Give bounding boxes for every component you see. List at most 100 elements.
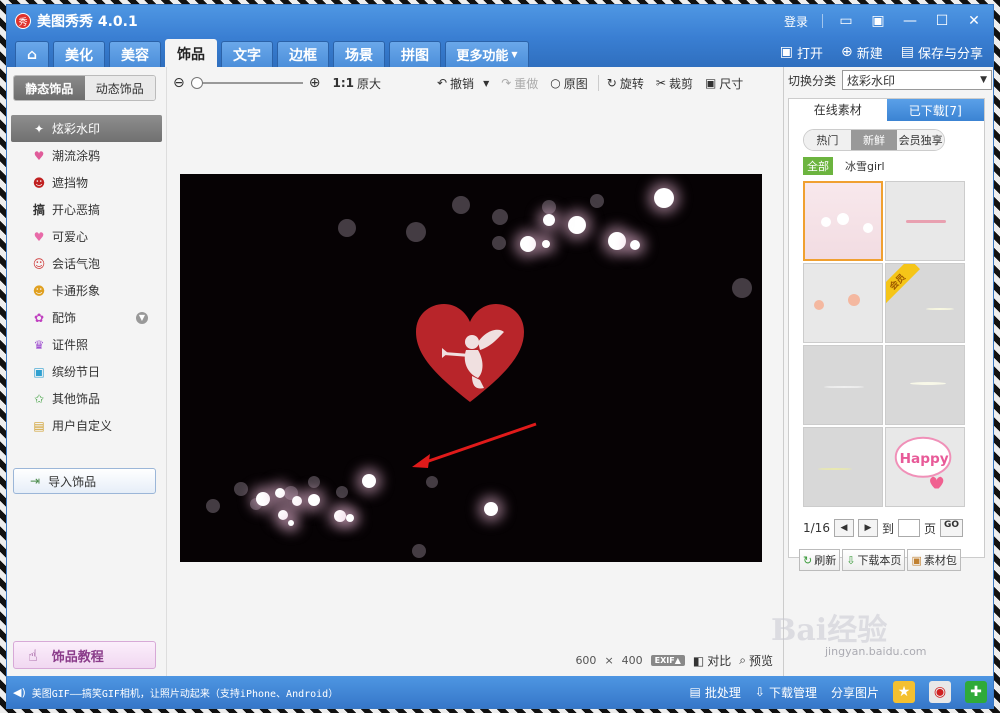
- preview-button[interactable]: ⌕ 预览: [739, 652, 773, 669]
- sparkle-trail: [906, 220, 946, 223]
- batch-label: 批处理: [704, 685, 741, 700]
- category-custom[interactable]: ▤ 用户自定义: [7, 412, 166, 439]
- category-speech-bubble[interactable]: ☺ 会话气泡: [7, 250, 166, 277]
- zoom-out-icon[interactable]: ⊖: [173, 75, 185, 91]
- pill-hot[interactable]: 热门: [804, 130, 851, 150]
- weibo-icon[interactable]: ◉: [929, 681, 951, 703]
- category-id-photo[interactable]: ♛ 证件照: [7, 331, 166, 358]
- category-label: 缤纷节日: [52, 365, 101, 379]
- more-features-label: 更多功能: [456, 49, 509, 64]
- chevron-down-icon: ▼: [980, 75, 988, 85]
- material-thumbnail[interactable]: [885, 181, 965, 261]
- tab-frames[interactable]: 边框: [277, 41, 329, 67]
- material-thumbnail[interactable]: [803, 181, 883, 261]
- pill-vip[interactable]: 会员独享: [897, 130, 944, 150]
- category-accessories[interactable]: ✿ 配饰 ▼: [7, 304, 166, 331]
- exif-button[interactable]: EXIF▲: [650, 655, 685, 666]
- skin-icon[interactable]: ▣: [869, 12, 887, 30]
- import-icon: ⇥: [30, 474, 41, 488]
- add-plus-icon[interactable]: ✚: [965, 681, 987, 703]
- save-share-button[interactable]: ▤ 保存与分享: [901, 43, 983, 62]
- batch-process-button[interactable]: ▤ 批处理: [690, 684, 741, 701]
- pill-new[interactable]: 新鲜: [850, 130, 898, 150]
- material-package-button[interactable]: ▣ 素材包: [907, 549, 961, 571]
- undo-button[interactable]: ↶ 撤销 ▼: [437, 75, 489, 92]
- category-graffiti[interactable]: ♥ 潮流涂鸦: [7, 142, 166, 169]
- new-button[interactable]: ⊕ 新建: [841, 43, 883, 62]
- save-label: 保存与分享: [917, 46, 983, 62]
- tab-text[interactable]: 文字: [221, 41, 273, 67]
- material-thumbnail[interactable]: [803, 345, 883, 425]
- promo-message[interactable]: 美图GIF——搞笑GIF相机，让照片动起来（支持iPhone、Android）: [32, 685, 338, 700]
- zoom-slider-handle[interactable]: [190, 77, 203, 89]
- material-thumbnail[interactable]: Happy: [885, 427, 965, 507]
- original-image-button[interactable]: ○ 原图: [550, 75, 588, 92]
- material-grid: 会员 Happy: [803, 181, 984, 507]
- tab-more-features[interactable]: 更多功能 ▼: [445, 41, 529, 67]
- page-number-input[interactable]: [897, 519, 920, 537]
- tab-collage[interactable]: 拼图: [389, 41, 441, 67]
- folder-icon: ▣: [779, 44, 793, 60]
- go-button[interactable]: GO: [939, 519, 964, 537]
- bokeh-dot: [292, 496, 302, 506]
- tab-animated-decorations[interactable]: 动态饰品: [84, 76, 155, 100]
- message-icon[interactable]: ▭: [837, 12, 855, 30]
- material-thumbnail[interactable]: [885, 345, 965, 425]
- filter-all[interactable]: 全部: [803, 157, 833, 175]
- image-width: 600: [575, 654, 597, 667]
- import-decoration-button[interactable]: ⇥ 导入饰品: [13, 468, 156, 494]
- tab-home[interactable]: ⌂: [15, 41, 49, 67]
- edited-photo[interactable]: [180, 174, 762, 562]
- next-page-button[interactable]: ▶: [857, 519, 878, 537]
- material-thumbnail[interactable]: 会员: [885, 263, 965, 343]
- tab-scenes[interactable]: 场景: [333, 41, 385, 67]
- actual-size-button[interactable]: 1:1 原大: [332, 75, 381, 92]
- expand-icon[interactable]: ▼: [136, 311, 148, 324]
- star-icon: ✩: [33, 391, 45, 406]
- material-thumbnail[interactable]: [803, 263, 883, 343]
- category-blockers[interactable]: ☻ 遮挡物: [7, 169, 166, 196]
- zoom-slider[interactable]: [190, 77, 303, 89]
- undo-icon: ↶: [436, 76, 448, 90]
- zoom-in-icon[interactable]: ⊕: [309, 75, 321, 91]
- tab-downloaded[interactable]: 已下载[7]: [886, 99, 984, 121]
- tab-beauty[interactable]: 美容: [109, 41, 161, 67]
- refresh-label: 刷新: [814, 554, 837, 567]
- close-button[interactable]: ✕: [965, 12, 983, 30]
- maximize-button[interactable]: ☐: [933, 12, 951, 30]
- prev-page-button[interactable]: ◀: [833, 519, 854, 537]
- category-cartoon[interactable]: ☻ 卡通形象: [7, 277, 166, 304]
- chevron-down-icon[interactable]: ▼: [483, 79, 489, 88]
- compare-button[interactable]: ◧ 对比: [693, 652, 731, 669]
- crop-label: 裁剪: [668, 76, 693, 91]
- title-bar: 秀 美图秀秀 4.0.1 登录 ▭ ▣ — ☐ ✕: [7, 5, 993, 37]
- refresh-button[interactable]: ↻ 刷新: [799, 549, 841, 571]
- sparkle-trail: [818, 468, 852, 470]
- tab-static-decorations[interactable]: 静态饰品: [14, 76, 85, 100]
- decoration-tutorial-button[interactable]: ☝ 饰品教程: [13, 641, 156, 669]
- redo-button[interactable]: ↷ 重做: [501, 75, 538, 92]
- login-link[interactable]: 登录: [784, 13, 808, 30]
- minimize-button[interactable]: —: [901, 12, 919, 30]
- category-colorful-watermark[interactable]: ✦ 炫彩水印: [11, 115, 162, 142]
- tab-beautify[interactable]: 美化: [53, 41, 105, 67]
- share-picture-button[interactable]: 分享图片: [831, 684, 879, 701]
- download-manager-button[interactable]: ⇩ 下载管理: [755, 684, 817, 701]
- category-other[interactable]: ✩ 其他饰品: [7, 385, 166, 412]
- category-cute-heart[interactable]: ♥ 可爱心: [7, 223, 166, 250]
- download-page-button[interactable]: ⇩ 下载本页: [842, 549, 906, 571]
- rotate-button[interactable]: ↻ 旋转: [607, 75, 644, 92]
- category-funny[interactable]: 搞开心恶搞: [7, 196, 166, 223]
- open-button[interactable]: ▣ 打开: [780, 43, 823, 62]
- tab-decorations[interactable]: 饰品: [165, 39, 217, 67]
- category-select[interactable]: 炫彩水印 ▼: [842, 70, 993, 90]
- category-holidays[interactable]: ▣ 缤纷节日: [7, 358, 166, 385]
- gift-icon: ▣: [33, 364, 45, 379]
- filter-author[interactable]: 冰雪girl: [845, 158, 885, 174]
- preview-label: 预览: [748, 654, 773, 668]
- tab-online-materials[interactable]: 在线素材: [789, 99, 887, 121]
- crop-button[interactable]: ✂ 裁剪: [656, 75, 693, 92]
- qzone-star-icon[interactable]: ★: [893, 681, 915, 703]
- material-thumbnail[interactable]: [803, 427, 883, 507]
- resize-button[interactable]: ▣ 尺寸: [705, 75, 743, 92]
